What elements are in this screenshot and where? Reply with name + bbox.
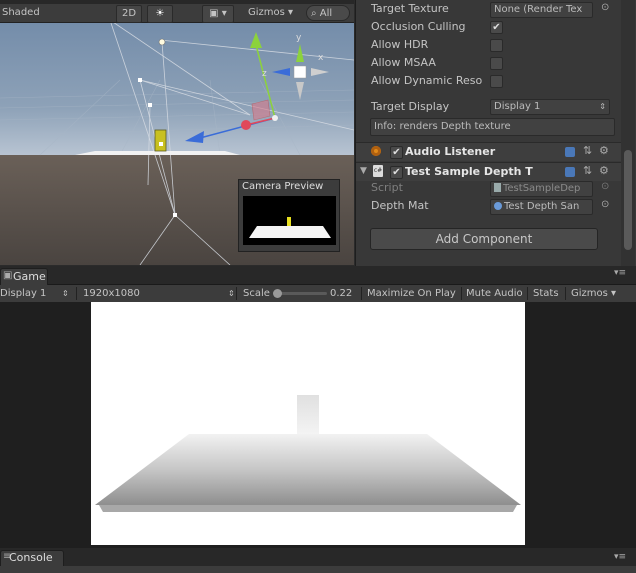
audio-listener-icon bbox=[371, 146, 381, 156]
scale-slider[interactable] bbox=[273, 289, 327, 298]
gizmo-x-handle[interactable] bbox=[241, 120, 251, 130]
resolution-dropdown[interactable]: 1920x1080 ⇕ bbox=[83, 285, 235, 302]
settings-gear-icon[interactable]: ⚙ bbox=[599, 164, 609, 177]
allow-dynamic-resolution-label: Allow Dynamic Reso bbox=[371, 74, 483, 87]
test-sample-enable-checkbox[interactable]: ✔ bbox=[390, 166, 403, 179]
display-value: Display 1 bbox=[0, 288, 47, 299]
console-tab-label: Console bbox=[9, 551, 53, 564]
allow-msaa-label: Allow MSAA bbox=[371, 56, 436, 69]
script-field[interactable]: TestSampleDep bbox=[490, 181, 593, 197]
script-label: Script bbox=[371, 181, 403, 194]
axis-x-label: x bbox=[318, 53, 324, 63]
game-tab-icon: ▣ bbox=[3, 270, 13, 281]
mute-audio-toggle[interactable]: Mute Audio bbox=[466, 285, 523, 302]
audio-listener-title: Audio Listener bbox=[405, 145, 496, 158]
test-sample-depth-header[interactable]: ▼ c# ✔ Test Sample Depth T ⇅ ⚙ bbox=[356, 162, 626, 181]
dropdown-arrows-icon: ⇕ bbox=[62, 289, 69, 298]
allow-hdr-label: Allow HDR bbox=[371, 38, 429, 51]
preset-icon[interactable]: ⇅ bbox=[583, 144, 592, 157]
axis-z-label: z bbox=[262, 69, 267, 79]
target-display-label: Target Display bbox=[371, 100, 450, 113]
script-file-icon: c# bbox=[373, 165, 383, 177]
game-tab-bar bbox=[0, 266, 636, 285]
effects-dropdown-icon[interactable]: ▣ ▾ bbox=[202, 5, 234, 23]
console-menu-icon[interactable]: ▾≡ bbox=[614, 552, 626, 562]
2d-toggle[interactable]: 2D bbox=[116, 5, 142, 23]
panel-menu-icon[interactable]: ▾≡ bbox=[614, 268, 626, 278]
scale-label: Scale bbox=[243, 288, 270, 299]
camera-preview-image bbox=[243, 196, 336, 245]
inspector-scrollbar[interactable] bbox=[621, 0, 635, 266]
foldout-arrow-icon[interactable]: ▼ bbox=[360, 166, 367, 176]
test-sample-title: Test Sample Depth T bbox=[405, 165, 533, 178]
gizmos-dropdown[interactable]: Gizmos ▾ bbox=[248, 5, 293, 21]
allow-dynamic-resolution-checkbox[interactable] bbox=[490, 75, 503, 88]
help-icon[interactable] bbox=[565, 147, 575, 157]
depth-mat-label: Depth Mat bbox=[371, 199, 429, 212]
shading-mode-dropdown[interactable]: Shaded bbox=[2, 5, 40, 21]
target-texture-field[interactable]: None (Render Tex bbox=[490, 2, 593, 18]
scene-toolbar: Shaded 2D ☀ ▣ ▾ Gizmos ▾ ⌕ All bbox=[0, 4, 354, 23]
target-texture-picker-icon[interactable]: ⊙ bbox=[601, 2, 609, 13]
axis-y-label: y bbox=[296, 33, 302, 43]
resolution-value: 1920x1080 bbox=[83, 288, 140, 299]
help-icon[interactable] bbox=[565, 167, 575, 177]
script-picker-icon: ⊙ bbox=[601, 181, 610, 192]
target-display-value: Display 1 bbox=[494, 101, 541, 112]
game-tab-label: Game bbox=[13, 270, 46, 283]
audio-listener-enable-checkbox[interactable]: ✔ bbox=[390, 146, 403, 159]
allow-msaa-checkbox[interactable] bbox=[490, 57, 503, 70]
info-box: Info: renders Depth texture bbox=[370, 118, 615, 136]
lighting-toggle-icon[interactable]: ☀ bbox=[147, 5, 173, 23]
scene-view[interactable]: y x z Camera Preview Shaded 2D ☀ ▣ ▾ Giz… bbox=[0, 0, 354, 265]
target-display-dropdown[interactable]: Display 1 ⇕ bbox=[490, 99, 610, 115]
tab-game[interactable]: ▣ Game bbox=[0, 268, 48, 285]
dropdown-arrows-icon: ⇕ bbox=[599, 102, 606, 111]
inspector-scroll-thumb[interactable] bbox=[624, 150, 632, 250]
selected-cube[interactable] bbox=[154, 129, 167, 152]
audio-listener-header[interactable]: ✔ Audio Listener ⇅ ⚙ bbox=[356, 142, 626, 161]
maximize-on-play-toggle[interactable]: Maximize On Play bbox=[367, 285, 456, 302]
target-texture-label: Target Texture bbox=[371, 2, 449, 15]
camera-preview: Camera Preview bbox=[238, 179, 340, 252]
game-toolbar: Display 1 ⇕ 1920x1080 ⇕ Scale 0.22 Maximiz… bbox=[0, 285, 636, 303]
script-asset-icon bbox=[494, 183, 501, 192]
occlusion-culling-checkbox[interactable]: ✔ bbox=[490, 21, 503, 34]
console-toolbar bbox=[0, 566, 636, 573]
scene-search-input[interactable]: ⌕ All bbox=[306, 5, 350, 21]
game-gizmos-dropdown[interactable]: Gizmos ▾ bbox=[571, 285, 616, 302]
game-render-canvas[interactable] bbox=[91, 302, 525, 545]
scale-slider-thumb[interactable] bbox=[273, 289, 282, 298]
camera-preview-title: Camera Preview bbox=[242, 181, 324, 192]
settings-gear-icon[interactable]: ⚙ bbox=[599, 144, 609, 157]
add-component-button[interactable]: Add Component bbox=[370, 228, 598, 250]
script-value: TestSampleDep bbox=[503, 183, 581, 194]
depth-mat-value: Test Depth San bbox=[504, 201, 580, 212]
search-placeholder: All bbox=[319, 8, 333, 19]
gizmos-label: Gizmos bbox=[248, 7, 285, 18]
game-gizmos-label: Gizmos bbox=[571, 288, 608, 299]
tab-console[interactable]: ≡ Console bbox=[0, 550, 64, 566]
depth-mat-picker-icon[interactable]: ⊙ bbox=[601, 199, 609, 210]
material-icon bbox=[494, 202, 502, 210]
occlusion-culling-label: Occlusion Culling bbox=[371, 20, 466, 33]
allow-hdr-checkbox[interactable] bbox=[490, 39, 503, 52]
scale-value: 0.22 bbox=[330, 288, 353, 299]
depth-mat-field[interactable]: Test Depth San bbox=[490, 199, 593, 215]
stats-toggle[interactable]: Stats bbox=[533, 285, 559, 302]
inspector-panel: Target Texture None (Render Tex ⊙ Occlus… bbox=[355, 0, 636, 266]
display-dropdown[interactable]: Display 1 ⇕ bbox=[0, 285, 69, 302]
dropdown-arrows-icon: ⇕ bbox=[228, 289, 235, 298]
preset-icon[interactable]: ⇅ bbox=[583, 164, 592, 177]
